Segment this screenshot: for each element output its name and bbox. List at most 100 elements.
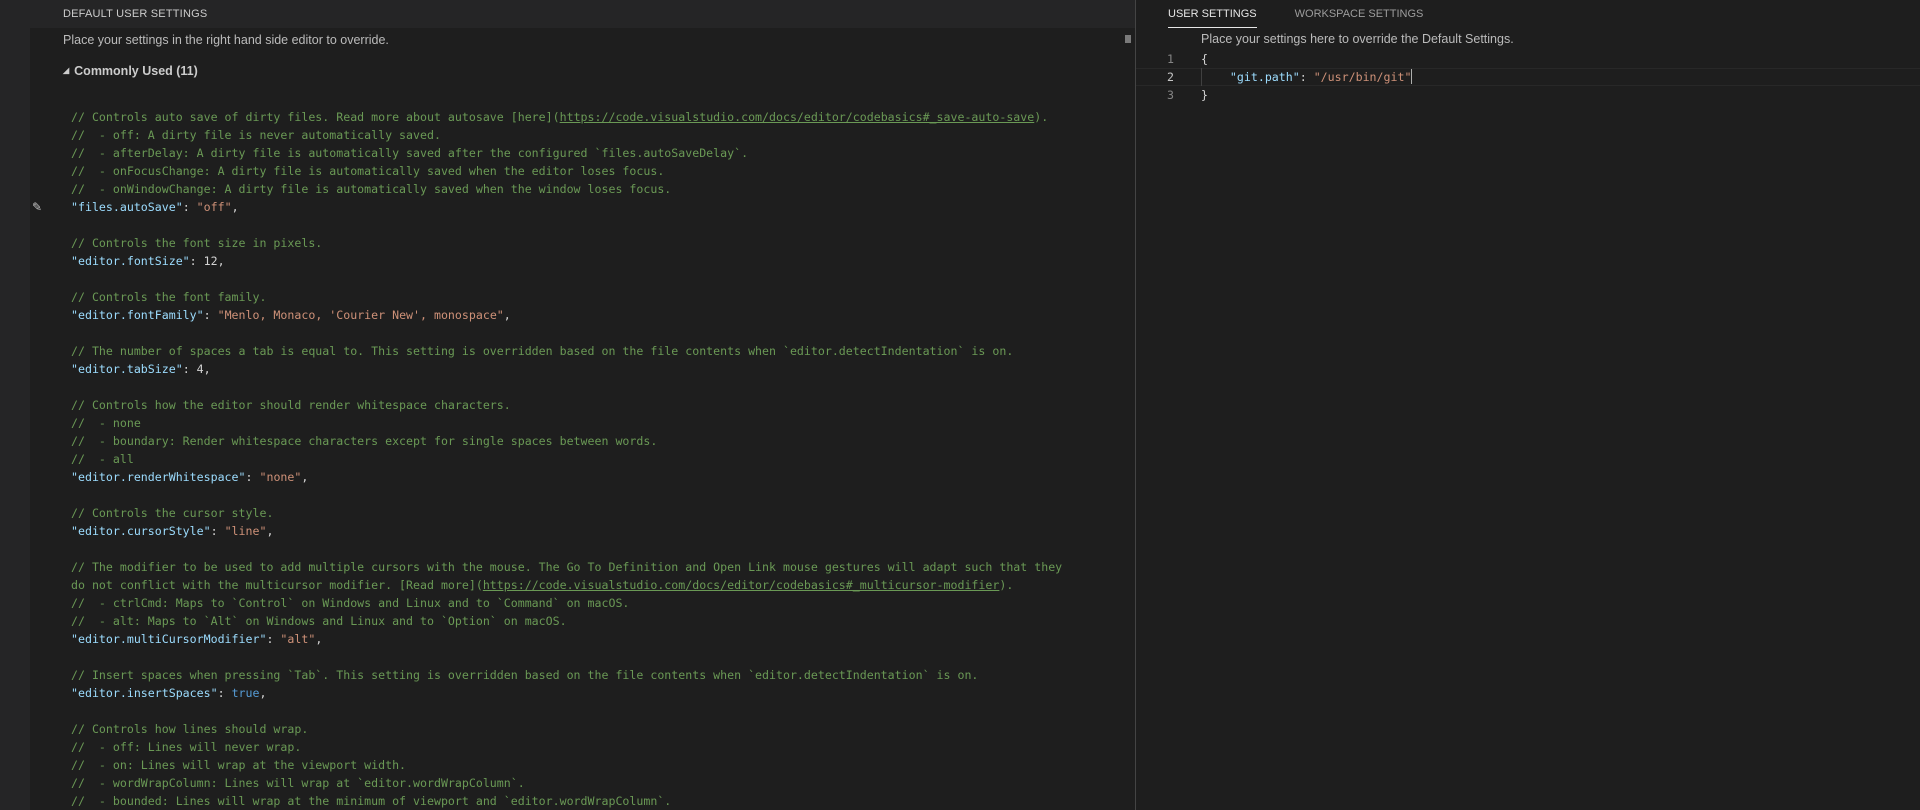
code-line[interactable]: // - off: Lines will never wrap.: [71, 738, 1131, 756]
blank-line[interactable]: [71, 324, 1131, 342]
code-line[interactable]: "editor.insertSpaces": true,: [71, 684, 1131, 702]
blank-line[interactable]: [71, 540, 1131, 558]
code-line[interactable]: "editor.renderWhitespace": "none",: [71, 468, 1131, 486]
comment-segment: // - onFocusChange: A dirty file is auto…: [71, 164, 665, 178]
doc-link[interactable]: https://code.visualstudio.com/docs/edito…: [560, 110, 1035, 124]
code-line[interactable]: "editor.multiCursorModifier": "alt",: [71, 630, 1131, 648]
code-line[interactable]: "editor.fontFamily": "Menlo, Monaco, 'Co…: [71, 306, 1131, 324]
setting-key: "editor.tabSize": [71, 362, 183, 376]
code-line[interactable]: "editor.fontSize": 12,: [71, 252, 1131, 270]
line-text: {: [1201, 52, 1208, 66]
blank-line[interactable]: [71, 216, 1131, 234]
comment-segment: // - boundary: Render whitespace charact…: [71, 434, 658, 448]
comma: ,: [315, 632, 323, 646]
code-line[interactable]: // Controls the font family.: [71, 288, 1131, 306]
setting-key: "git.path": [1229, 70, 1300, 84]
settings-tabs: USER SETTINGS WORKSPACE SETTINGS: [1136, 0, 1920, 28]
code-line[interactable]: // Controls auto save of dirty files. Re…: [71, 108, 1131, 126]
code-line[interactable]: // - afterDelay: A dirty file is automat…: [71, 144, 1131, 162]
comment-text: // - wordWrapColumn: Lines will wrap at …: [71, 776, 525, 790]
code-line[interactable]: // - onFocusChange: A dirty file is auto…: [71, 162, 1131, 180]
user-settings-hint: Place your settings here to override the…: [1201, 32, 1514, 46]
tab-workspace-settings[interactable]: WORKSPACE SETTINGS: [1295, 0, 1424, 28]
setting-key: "editor.renderWhitespace": [71, 470, 246, 484]
comment-segment: ).: [1034, 110, 1049, 124]
edit-pencil-icon[interactable]: ✎: [32, 200, 46, 214]
comment-segment: // The modifier to be used to add multip…: [71, 560, 1063, 574]
line-number: 1: [1167, 52, 1174, 66]
comma: ,: [217, 254, 225, 268]
default-settings-editor[interactable]: // Controls auto save of dirty files. Re…: [71, 108, 1131, 810]
comment-text: // - none: [71, 416, 141, 430]
comment-text: // - on: Lines will wrap at the viewport…: [71, 758, 406, 772]
code-line[interactable]: // - bounded: Lines will wrap at the min…: [71, 792, 1131, 810]
blank-line[interactable]: [71, 486, 1131, 504]
editor-line[interactable]: 3 }: [1136, 86, 1920, 104]
scrollbar-marker[interactable]: [1125, 35, 1131, 43]
setting-value: "Menlo, Monaco, 'Courier New', monospace…: [217, 308, 504, 322]
comment-segment: // The number of spaces a tab is equal t…: [71, 344, 1014, 358]
user-settings-editor[interactable]: 1 { 2 "git.path": "/usr/bin/git" 3 }: [1136, 50, 1920, 104]
comma: ,: [301, 470, 309, 484]
blank-line[interactable]: [71, 648, 1131, 666]
code-line[interactable]: // The number of spaces a tab is equal t…: [71, 342, 1131, 360]
collapse-caret-icon[interactable]: ◢: [63, 62, 69, 80]
comment-segment: // Controls the cursor style.: [71, 506, 274, 520]
editor-line-current[interactable]: 2 "git.path": "/usr/bin/git": [1136, 68, 1920, 86]
setting-value: 12: [203, 254, 218, 268]
comment-text: // Controls how lines should wrap.: [71, 722, 308, 736]
comment-text: // - all: [71, 452, 134, 466]
comment-segment: // Controls the font family.: [71, 290, 267, 304]
setting-value: "/usr/bin/git": [1313, 70, 1412, 84]
code-line[interactable]: // Insert spaces when pressing `Tab`. Th…: [71, 666, 1131, 684]
colon: :: [203, 308, 218, 322]
code-line[interactable]: // - all: [71, 450, 1131, 468]
comment-text: // - onFocusChange: A dirty file is auto…: [71, 164, 664, 178]
doc-link[interactable]: https://code.visualstudio.com/docs/edito…: [483, 578, 1000, 592]
code-line[interactable]: // - boundary: Render whitespace charact…: [71, 432, 1131, 450]
code-line[interactable]: // - on: Lines will wrap at the viewport…: [71, 756, 1131, 774]
comma: ,: [203, 362, 211, 376]
code-line[interactable]: // Controls how the editor should render…: [71, 396, 1131, 414]
code-line[interactable]: // - none: [71, 414, 1131, 432]
blank-line[interactable]: [71, 270, 1131, 288]
code-line[interactable]: // The modifier to be used to add multip…: [71, 558, 1131, 576]
setting-key: "editor.multiCursorModifier": [71, 632, 267, 646]
comment-segment: // - alt: Maps to `Alt` on Windows and L…: [71, 614, 567, 628]
commonly-used-group-header[interactable]: ◢ Commonly Used (11): [30, 62, 1135, 80]
setting-key: "editor.fontSize": [71, 254, 190, 268]
comment-segment: // - all: [71, 452, 134, 466]
setting-value: 4: [196, 362, 204, 376]
code-line[interactable]: "editor.cursorStyle": "line",: [71, 522, 1131, 540]
comment-text: // - bounded: Lines will wrap at the min…: [71, 794, 671, 808]
comment-text: // - ctrlCmd: Maps to `Control` on Windo…: [71, 596, 629, 610]
code-line[interactable]: // Controls the font size in pixels.: [71, 234, 1131, 252]
setting-key: "editor.cursorStyle": [71, 524, 211, 538]
comment-segment: // - wordWrapColumn: Lines will wrap at …: [71, 776, 525, 790]
comment-text: // - boundary: Render whitespace charact…: [71, 434, 657, 448]
code-line[interactable]: // - wordWrapColumn: Lines will wrap at …: [71, 774, 1131, 792]
default-settings-header: DEFAULT USER SETTINGS: [30, 0, 1135, 28]
code-line[interactable]: // - off: A dirty file is never automati…: [71, 126, 1131, 144]
code-line[interactable]: // - onWindowChange: A dirty file is aut…: [71, 180, 1131, 198]
comment-text: // Controls the font family.: [71, 290, 266, 304]
setting-value: "none": [259, 470, 302, 484]
setting-key: "files.autoSave": [71, 200, 183, 214]
code-line[interactable]: // - ctrlCmd: Maps to `Control` on Windo…: [71, 594, 1131, 612]
blank-line[interactable]: [71, 378, 1131, 396]
comment-text: // - off: A dirty file is never automati…: [71, 128, 441, 142]
code-line[interactable]: // Controls how lines should wrap.: [71, 720, 1131, 738]
code-line[interactable]: do not conflict with the multicursor mod…: [71, 576, 1131, 594]
comment-segment: // - afterDelay: A dirty file is automat…: [71, 146, 749, 160]
setting-key: "editor.fontFamily": [71, 308, 204, 322]
editor-line[interactable]: 1 {: [1136, 50, 1920, 68]
code-line[interactable]: "files.autoSave": "off",: [71, 198, 1131, 216]
comment-segment: // - none: [71, 416, 141, 430]
code-line[interactable]: // Controls the cursor style.: [71, 504, 1131, 522]
code-line[interactable]: "editor.tabSize": 4,: [71, 360, 1131, 378]
tab-user-settings[interactable]: USER SETTINGS: [1168, 0, 1257, 28]
comment-text: // - off: Lines will never wrap.: [71, 740, 301, 754]
colon: :: [245, 470, 260, 484]
blank-line[interactable]: [71, 702, 1131, 720]
code-line[interactable]: // - alt: Maps to `Alt` on Windows and L…: [71, 612, 1131, 630]
